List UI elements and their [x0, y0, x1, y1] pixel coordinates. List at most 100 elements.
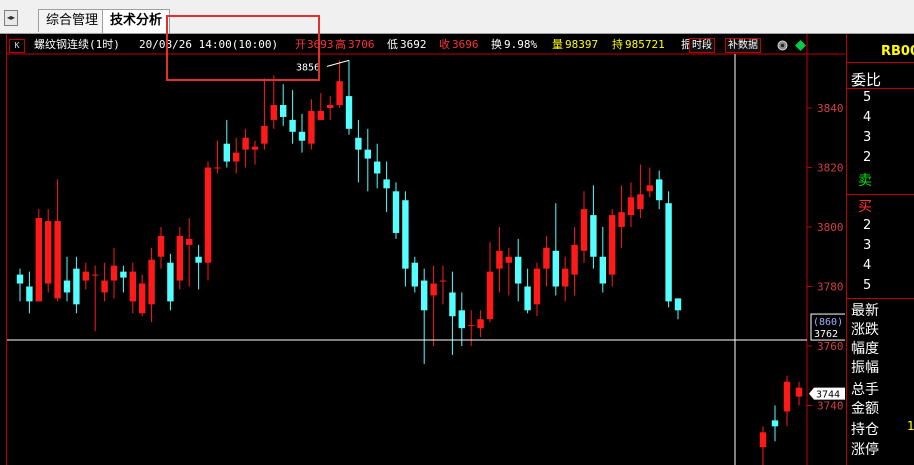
candle-body[interactable]	[783, 381, 791, 412]
order-ratio-label: 委比	[851, 71, 882, 89]
candle-body[interactable]	[665, 203, 672, 302]
candle-body[interactable]	[317, 110, 324, 120]
candle-body[interactable]	[204, 167, 212, 263]
candle-body[interactable]	[327, 105, 334, 108]
candle-body[interactable]	[374, 161, 381, 174]
candle-body[interactable]	[609, 215, 616, 275]
candle-body[interactable]	[571, 244, 578, 275]
candle-body[interactable]	[270, 105, 277, 120]
candle-body[interactable]	[562, 268, 569, 287]
candle-body[interactable]	[411, 262, 418, 287]
kline-chart[interactable]: K 螺纹钢连续(1时) 20/08/26 14:00(10:00) 开 3693…	[6, 34, 845, 465]
candle-body[interactable]	[308, 110, 315, 144]
stat-change-pct: 幅度	[851, 341, 879, 357]
candle-body[interactable]	[54, 221, 61, 299]
buy-label: 买	[858, 199, 872, 215]
candle-body[interactable]	[195, 256, 202, 263]
stat-volume: 总手	[851, 382, 879, 398]
candle-body[interactable]	[552, 250, 559, 287]
candle-body[interactable]	[524, 286, 531, 311]
candle-body[interactable]	[92, 274, 99, 276]
candle-body[interactable]	[637, 194, 644, 210]
candle-body[interactable]	[646, 185, 653, 192]
candle-body[interactable]	[496, 250, 503, 269]
candle-body[interactable]	[449, 292, 456, 317]
candle-body[interactable]	[35, 218, 42, 302]
candle-body[interactable]	[223, 143, 230, 162]
candle-body[interactable]	[233, 152, 240, 162]
candle-body[interactable]	[355, 137, 362, 150]
candle-body[interactable]	[157, 235, 165, 257]
candle-body[interactable]	[63, 280, 71, 293]
candle-body[interactable]	[402, 200, 409, 269]
candle-body[interactable]	[458, 310, 465, 329]
candle-body[interactable]	[627, 197, 635, 216]
candle-body[interactable]	[129, 271, 136, 302]
candle-body[interactable]	[421, 280, 428, 311]
candle-body[interactable]	[139, 283, 146, 314]
candle-body[interactable]	[580, 209, 588, 251]
candle-body[interactable]	[345, 96, 353, 129]
candle-body[interactable]	[45, 221, 52, 284]
y-tick-label: 3800	[817, 221, 844, 234]
candle-body[interactable]	[16, 274, 24, 284]
candle-body[interactable]	[251, 146, 259, 150]
candle-body[interactable]	[167, 262, 174, 302]
candle-body[interactable]	[101, 280, 108, 293]
candle-body[interactable]	[289, 119, 296, 132]
candle-body[interactable]	[590, 215, 597, 257]
y-tick-label: 3780	[817, 281, 844, 294]
candle-body[interactable]	[26, 286, 33, 302]
sell-level-2: 2	[863, 150, 872, 165]
candle-body[interactable]	[176, 235, 183, 281]
candle-body[interactable]	[336, 81, 343, 106]
candle-body[interactable]	[599, 256, 606, 284]
candle-body[interactable]	[795, 387, 803, 397]
buy-level-5: 5	[863, 278, 872, 293]
candle-body[interactable]	[110, 265, 118, 281]
collapse-icon[interactable]: ◂▸	[4, 10, 18, 26]
y-tick-label: 3820	[817, 162, 844, 175]
candle-body[interactable]	[364, 149, 371, 159]
candle-body[interactable]	[73, 268, 80, 305]
candle-body[interactable]	[515, 256, 522, 284]
candle-body[interactable]	[298, 131, 306, 141]
candle-body[interactable]	[618, 212, 625, 227]
candle-body[interactable]	[656, 179, 663, 201]
stat-amount: 金额	[851, 401, 879, 417]
buy-level-3: 3	[863, 238, 872, 253]
candle-body[interactable]	[261, 125, 268, 144]
candle-body[interactable]	[392, 191, 400, 233]
candle-body[interactable]	[120, 271, 127, 278]
candle-body[interactable]	[148, 259, 155, 305]
candle-body[interactable]	[82, 271, 89, 281]
candle-body[interactable]	[280, 105, 287, 117]
stat-open-interest: 持仓	[851, 422, 879, 438]
order-book-panel: RB00 委比 5 4 3 2 卖 买 2 3 4 5 最新 涨跌 幅度 振幅 …	[846, 34, 914, 465]
candle-body[interactable]	[186, 238, 193, 245]
candle-body[interactable]	[383, 179, 390, 189]
candle-body[interactable]	[543, 247, 550, 269]
candlestick-plot[interactable]: 3840382038003780376037403856(860)3762374…	[7, 34, 845, 465]
candle-body[interactable]	[439, 280, 447, 282]
candle-body[interactable]	[468, 325, 475, 327]
candle-body[interactable]	[505, 256, 512, 263]
tab-technical-analysis[interactable]: 技术分析	[102, 9, 171, 33]
stat-change: 涨跌	[851, 322, 879, 338]
candle-body[interactable]	[430, 283, 437, 296]
sell-level-3: 3	[863, 130, 872, 145]
candle-body[interactable]	[477, 319, 484, 329]
candle-body[interactable]	[771, 420, 779, 427]
contract-code: RB00	[881, 44, 914, 59]
sell-label: 卖	[858, 173, 872, 189]
buy-level-4: 4	[863, 258, 872, 273]
candle-body[interactable]	[214, 167, 221, 169]
candle-body[interactable]	[533, 268, 541, 305]
stat-amplitude: 振幅	[851, 360, 879, 376]
tab-general-management[interactable]: 综合管理	[38, 9, 107, 32]
candle-body[interactable]	[759, 432, 767, 448]
y-tick-label: 3760	[817, 340, 844, 353]
candle-body[interactable]	[242, 137, 249, 150]
candle-body[interactable]	[486, 271, 494, 320]
candle-body[interactable]	[674, 298, 682, 311]
